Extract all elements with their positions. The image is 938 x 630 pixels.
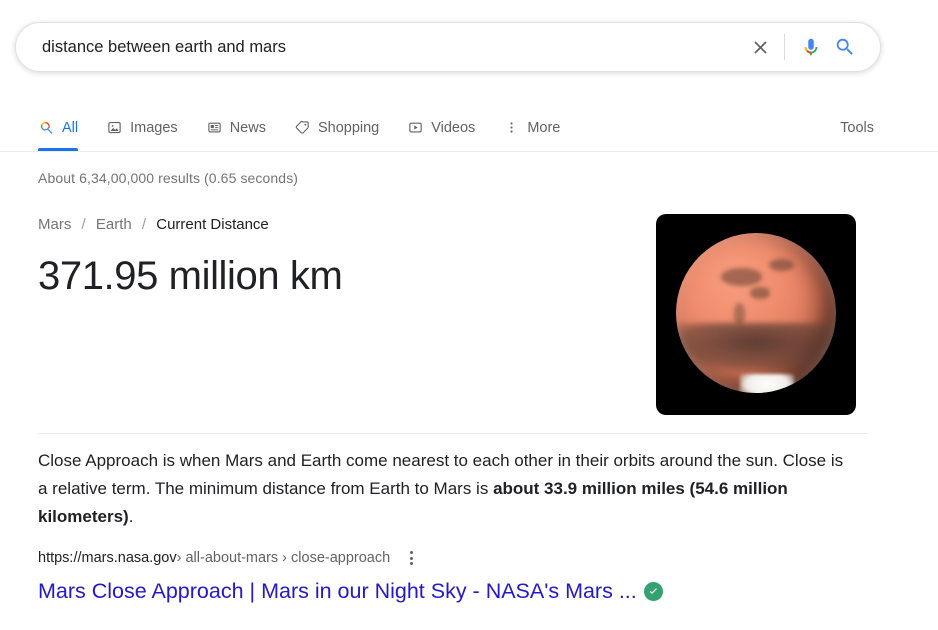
more-vertical-icon (503, 119, 520, 136)
tab-all-label: All (62, 119, 79, 136)
result-stats: About 6,34,00,000 results (0.65 seconds) (38, 170, 299, 186)
clear-search-button[interactable] (743, 30, 777, 64)
result-url-path: › all-about-mars › close-approach (176, 550, 391, 566)
result-title-link[interactable]: Mars Close Approach | Mars in our Night … (38, 577, 637, 605)
breadcrumb-earth[interactable]: Earth (96, 216, 132, 233)
result-url-domain[interactable]: https://mars.nasa.gov (38, 548, 177, 568)
tab-news[interactable]: News (206, 104, 266, 151)
tab-images[interactable]: Images (106, 104, 178, 151)
search-box[interactable] (15, 22, 881, 72)
search-icon (836, 38, 853, 55)
answer-value: 371.95 million km (38, 254, 343, 298)
featured-snippet-text: Close Approach is when Mars and Earth co… (38, 447, 850, 531)
tab-images-label: Images (130, 119, 178, 136)
breadcrumb-separator-1: / (81, 216, 86, 233)
result-title-row: Mars Close Approach | Mars in our Night … (38, 577, 838, 605)
check-circle-icon (643, 581, 663, 601)
mars-limb-highlight (676, 233, 836, 393)
close-icon (753, 40, 767, 54)
voice-search-button[interactable] (794, 30, 828, 64)
kebab-menu-icon[interactable] (403, 549, 419, 567)
image-icon (106, 119, 123, 136)
search-submit-button[interactable] (828, 30, 862, 64)
price-tag-icon (294, 119, 311, 136)
tab-videos-label: Videos (431, 119, 476, 136)
search-actions (743, 30, 862, 64)
knowledge-answer-card: Mars / Earth / Current Distance 371.95 m… (38, 215, 638, 299)
search-result: https://mars.nasa.gov › all-about-mars ›… (38, 548, 838, 605)
search-bar (15, 22, 881, 72)
tools-label: Tools (840, 119, 874, 136)
mars-image-card[interactable] (656, 214, 856, 415)
news-icon (206, 119, 223, 136)
nav-bottom-border (0, 151, 938, 152)
snippet-part-2: . (128, 507, 134, 526)
tab-shopping-label: Shopping (317, 119, 380, 136)
tab-more-label: More (527, 119, 561, 136)
tab-more[interactable]: More (503, 104, 560, 151)
video-play-icon (407, 119, 424, 136)
microphone-icon (804, 38, 818, 56)
tab-shopping[interactable]: Shopping (294, 104, 379, 151)
nav-items: All Images News Shopping Videos More (38, 104, 588, 151)
mars-planet-graphic (676, 233, 836, 393)
search-divider (784, 34, 785, 60)
tools-button[interactable]: Tools (840, 104, 874, 151)
breadcrumb-separator-2: / (141, 216, 147, 233)
search-input[interactable] (42, 35, 743, 59)
breadcrumb-current: Current Distance (156, 216, 269, 233)
breadcrumb: Mars / Earth / Current Distance (38, 215, 638, 235)
google-search-icon (38, 119, 55, 136)
tab-videos[interactable]: Videos (407, 104, 475, 151)
tab-news-label: News (229, 119, 266, 136)
active-tab-underline (38, 148, 79, 151)
section-divider (38, 433, 868, 434)
breadcrumb-mars[interactable]: Mars (38, 216, 71, 233)
search-tabs-nav: All Images News Shopping Videos More Too… (0, 104, 938, 152)
tab-all[interactable]: All (38, 104, 79, 151)
result-url-row: https://mars.nasa.gov › all-about-mars ›… (38, 548, 838, 568)
